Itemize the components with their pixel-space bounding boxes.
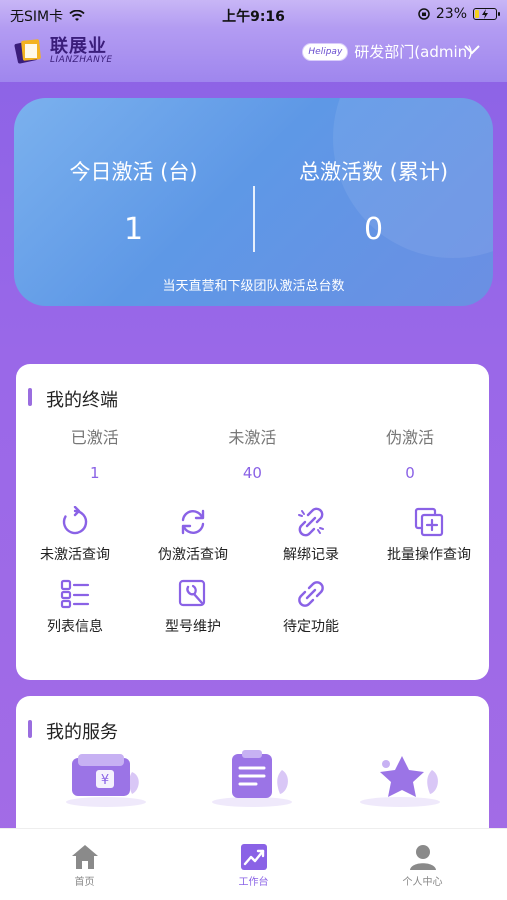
unactivated-query-button[interactable]: 未激活查询: [16, 506, 134, 564]
tab-label: 工作台: [238, 877, 269, 888]
action-label: 批量操作查询: [387, 547, 471, 563]
unactivated-stat[interactable]: 未激活 40: [174, 424, 332, 482]
fake-activation-query-button[interactable]: 伪激活查询: [134, 506, 252, 564]
tab-profile[interactable]: 个人中心: [338, 829, 507, 900]
stat-label: 未激活: [228, 428, 277, 447]
logo-mark-icon: [14, 36, 44, 66]
brand-logo: 联展业 LIANZHANYE: [14, 36, 113, 66]
svg-text:¥: ¥: [101, 773, 109, 788]
status-bar: 无SIM卡 上午9:16 23%: [0, 0, 507, 28]
stat-value: 1: [90, 464, 100, 482]
department-label: 研发部门(admin): [354, 43, 473, 61]
model-maintenance-button[interactable]: 型号维护: [134, 578, 252, 636]
fake-activated-stat[interactable]: 伪激活 0: [331, 424, 489, 482]
battery-icon: [473, 8, 500, 20]
action-label: 解绑记录: [283, 547, 339, 563]
refresh-circle-icon: [62, 506, 88, 535]
user-icon: [409, 845, 436, 870]
link-icon: [298, 581, 324, 607]
my-terminal-panel: 我的终端 已激活 1 未激活 40 伪激活 0 未激活查询 伪激活查询 解绑记录…: [16, 364, 489, 680]
unlink-icon: [298, 507, 324, 537]
service-item-clipboard[interactable]: [202, 750, 302, 810]
today-activation-value: 1: [123, 212, 144, 247]
action-label: 型号维护: [165, 619, 221, 635]
action-label: 未激活查询: [40, 547, 110, 563]
today-activation-label: 今日激活 (台): [69, 160, 198, 184]
stat-value: 40: [242, 464, 262, 482]
service-item-star[interactable]: [350, 750, 450, 810]
stat-value: 0: [405, 464, 415, 482]
section-marker: [28, 388, 32, 406]
stat-label: 已激活: [70, 428, 119, 447]
bottom-tab-bar: 首页 工作台 个人中心: [0, 828, 507, 900]
pending-feature-button[interactable]: 待定功能: [252, 578, 370, 636]
logo-en-text: LIANZHANYE: [50, 54, 113, 65]
sync-icon: [181, 509, 205, 535]
batch-add-icon: [414, 507, 444, 537]
orientation-lock-icon: [418, 8, 430, 20]
section-marker: [28, 720, 32, 738]
service-item-wallet[interactable]: ¥: [56, 750, 156, 810]
activated-stat[interactable]: 已激活 1: [16, 424, 174, 482]
app-header: 联展业 LIANZHANYE Helipay 研发部门(admin): [0, 28, 507, 82]
total-activation-label: 总激活数 (累计): [298, 160, 449, 184]
services-title: 我的服务: [46, 722, 118, 743]
batch-operation-query-button[interactable]: 批量操作查询: [370, 506, 488, 564]
battery-percent: 23%: [435, 6, 467, 22]
stat-label: 伪激活: [385, 428, 434, 447]
logo-cn-text: 联展业: [50, 35, 107, 57]
wallet-icon: ¥: [66, 754, 146, 807]
stats-note: 当天直营和下级团队激活总台数: [162, 279, 345, 294]
terminal-title: 我的终端: [46, 390, 118, 411]
tab-workbench[interactable]: 工作台: [169, 829, 338, 900]
chevron-down-icon[interactable]: [463, 44, 481, 56]
action-label: 列表信息: [47, 619, 103, 635]
department-selector[interactable]: Helipay 研发部门(admin): [302, 41, 473, 62]
action-label: 待定功能: [283, 619, 339, 635]
unbind-record-button[interactable]: 解绑记录: [252, 506, 370, 564]
helipay-badge: Helipay: [302, 42, 349, 61]
tab-home[interactable]: 首页: [0, 829, 169, 900]
list-info-button[interactable]: 列表信息: [16, 578, 134, 636]
home-icon: [71, 845, 98, 869]
chart-icon: [240, 844, 267, 870]
list-icon: [60, 579, 90, 609]
activation-stats-card: 今日激活 (台) 1 总激活数 (累计) 0 当天直营和下级团队激活总台数: [14, 98, 493, 306]
tab-label: 首页: [74, 877, 95, 888]
star-icon: [360, 756, 440, 807]
tab-label: 个人中心: [402, 877, 443, 888]
total-activation-value: 0: [363, 212, 384, 247]
wrench-icon: [178, 579, 206, 607]
clipboard-icon: [212, 750, 292, 807]
action-label: 伪激活查询: [158, 547, 228, 563]
